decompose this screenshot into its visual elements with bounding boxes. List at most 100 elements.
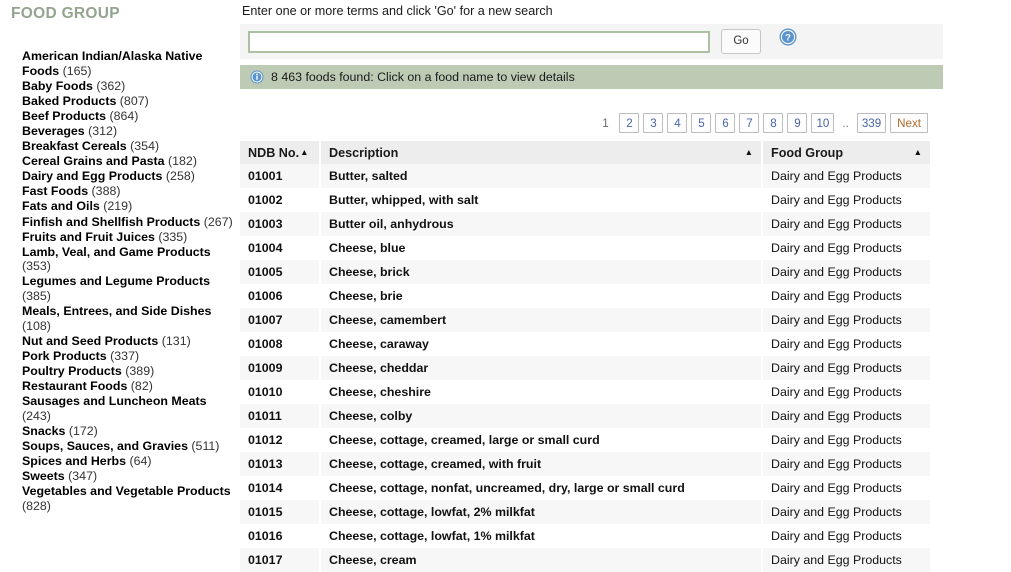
page-link-last[interactable]: 339 xyxy=(856,113,887,133)
cell-food-group: Dairy and Egg Products xyxy=(762,356,930,380)
food-group-item[interactable]: Fruits and Fruit Juices (335) xyxy=(22,230,234,245)
cell-food-group: Dairy and Egg Products xyxy=(762,308,930,332)
results-table-container: NDB No. ▲ Description ▲ Food Group ▲ 010… xyxy=(240,141,930,572)
food-group-item[interactable]: Cereal Grains and Pasta (182) xyxy=(22,154,234,169)
food-name-link[interactable]: Cheese, cheshire xyxy=(320,380,763,404)
food-group-sidebar: FOOD GROUP American Indian/Alaska Native… xyxy=(0,0,240,572)
page-link[interactable]: 10 xyxy=(811,113,835,133)
food-group-item[interactable]: Beverages (312) xyxy=(22,124,234,139)
table-row[interactable]: 01013 Cheese, cottage, creamed, with frui… xyxy=(240,452,930,476)
food-group-item-label: Snacks xyxy=(22,423,66,438)
food-group-item[interactable]: Dairy and Egg Products (258) xyxy=(22,169,234,184)
food-name-link[interactable]: Cheese, cottage, lowfat, 2% milkfat xyxy=(320,500,763,524)
food-group-item[interactable]: Meals, Entrees, and Side Dishes (108) xyxy=(22,304,234,333)
food-group-item[interactable]: Breakfast Cereals (354) xyxy=(22,139,234,154)
food-group-item[interactable]: Fast Foods (388) xyxy=(22,184,234,199)
food-name-link[interactable]: Butter oil, anhydrous xyxy=(320,212,763,236)
food-group-item[interactable]: Beef Products (864) xyxy=(22,109,234,124)
page-link[interactable]: 2 xyxy=(619,113,640,133)
cell-ndb-no: 01005 xyxy=(240,260,321,284)
cell-food-group: Dairy and Egg Products xyxy=(762,260,930,284)
food-group-item[interactable]: Nut and Seed Products (131) xyxy=(22,334,234,349)
food-group-item-label: Fats and Oils xyxy=(22,199,100,214)
table-row[interactable]: 01014 Cheese, cottage, nonfat, uncreamed,… xyxy=(240,476,930,500)
food-name-link[interactable]: Cheese, brick xyxy=(320,260,763,284)
table-row[interactable]: 01007 Cheese, camembert Dairy and Egg Prod… xyxy=(240,308,930,332)
table-row[interactable]: 01011 Cheese, colby Dairy and Egg Products xyxy=(240,404,930,428)
food-group-item[interactable]: Legumes and Legume Products (385) xyxy=(22,274,234,303)
food-name-link[interactable]: Cheese, camembert xyxy=(320,308,763,332)
food-group-item[interactable]: Baked Products (807) xyxy=(22,94,234,109)
page-link[interactable]: 8 xyxy=(763,113,784,133)
food-group-item[interactable]: Spices and Herbs (64) xyxy=(22,454,234,469)
page-link[interactable]: 7 xyxy=(739,113,760,133)
help-circle-icon[interactable]: ? xyxy=(779,28,797,46)
food-group-item[interactable]: Baby Foods (362) xyxy=(22,79,234,94)
table-row[interactable]: 01017 Cheese, cream Dairy and Egg Products xyxy=(240,548,930,572)
page-link[interactable]: 6 xyxy=(715,113,736,133)
food-group-item[interactable]: Restaurant Foods (82) xyxy=(22,379,234,394)
food-group-item[interactable]: Lamb, Veal, and Game Products (353) xyxy=(22,245,234,274)
food-name-link[interactable]: Cheese, brie xyxy=(320,284,763,308)
column-header-food-group[interactable]: Food Group ▲ xyxy=(762,141,930,164)
food-group-item-label: Breakfast Cereals xyxy=(22,139,127,154)
food-name-link[interactable]: Cheese, cottage, lowfat, 1% milkfat xyxy=(320,524,763,548)
page-link[interactable]: 4 xyxy=(667,113,688,133)
food-group-item[interactable]: American Indian/Alaska Native Foods (165… xyxy=(22,49,234,78)
next-page-button[interactable]: Next xyxy=(890,113,928,133)
table-row[interactable]: 01016 Cheese, cottage, lowfat, 1% milkfat… xyxy=(240,524,930,548)
page-link[interactable]: 9 xyxy=(787,113,808,133)
column-header-description[interactable]: Description ▲ xyxy=(320,141,763,164)
food-name-link[interactable]: Butter, whipped, with salt xyxy=(320,188,763,212)
food-group-item-count: (165) xyxy=(62,63,92,78)
table-row[interactable]: 01005 Cheese, brick Dairy and Egg Products xyxy=(240,260,930,284)
food-group-item[interactable]: Fats and Oils (219) xyxy=(22,199,234,214)
food-name-link[interactable]: Cheese, colby xyxy=(320,404,763,428)
food-group-item-label: Spices and Herbs xyxy=(22,454,126,469)
table-row[interactable]: 01006 Cheese, brie Dairy and Egg Products xyxy=(240,284,930,308)
search-input[interactable] xyxy=(248,30,710,53)
food-name-link[interactable]: Cheese, cottage, nonfat, uncreamed, dry,… xyxy=(320,476,763,500)
cell-ndb-no: 01016 xyxy=(240,524,321,548)
food-group-item[interactable]: Finfish and Shellfish Products (267) xyxy=(22,215,234,230)
cell-food-group: Dairy and Egg Products xyxy=(762,212,930,236)
table-row[interactable]: 01003 Butter oil, anhydrous Dairy and Egg … xyxy=(240,212,930,236)
food-group-item[interactable]: Poultry Products (389) xyxy=(22,364,234,379)
food-group-item-label: Fast Foods xyxy=(22,184,89,199)
results-table-head: NDB No. ▲ Description ▲ Food Group ▲ xyxy=(240,141,930,164)
food-group-item[interactable]: Sweets (347) xyxy=(22,469,234,484)
food-group-item[interactable]: Soups, Sauces, and Gravies (511) xyxy=(22,439,234,454)
table-row[interactable]: 01015 Cheese, cottage, lowfat, 2% milkfat… xyxy=(240,500,930,524)
food-group-item[interactable]: Pork Products (337) xyxy=(22,349,234,364)
food-group-item[interactable]: Sausages and Luncheon Meats (243) xyxy=(22,394,234,423)
food-name-link[interactable]: Butter, salted xyxy=(320,164,763,188)
food-group-item-count: (807) xyxy=(119,93,149,108)
page-link[interactable]: 3 xyxy=(643,113,664,133)
food-group-item[interactable]: Snacks (172) xyxy=(22,424,234,439)
food-name-link[interactable]: Cheese, caraway xyxy=(320,332,763,356)
page-link[interactable]: 5 xyxy=(691,113,712,133)
cell-food-group: Dairy and Egg Products xyxy=(762,236,930,260)
table-row[interactable]: 01008 Cheese, caraway Dairy and Egg Produc… xyxy=(240,332,930,356)
food-name-link[interactable]: Cheese, cottage, creamed, large or small… xyxy=(320,428,763,452)
table-row[interactable]: 01004 Cheese, blue Dairy and Egg Products xyxy=(240,236,930,260)
cell-food-group: Dairy and Egg Products xyxy=(762,476,930,500)
column-header-description-label: Description xyxy=(329,145,399,160)
table-row[interactable]: 01009 Cheese, cheddar Dairy and Egg Produc… xyxy=(240,356,930,380)
food-name-link[interactable]: Cheese, cottage, creamed, with fruit xyxy=(320,452,763,476)
table-row[interactable]: 01002 Butter, whipped, with salt Dairy and… xyxy=(240,188,930,212)
sort-ascending-icon: ▲ xyxy=(744,147,753,158)
go-button[interactable]: Go xyxy=(721,29,761,54)
food-group-item-count: (267) xyxy=(203,214,233,229)
table-row[interactable]: 01012 Cheese, cottage, creamed, large or … xyxy=(240,428,930,452)
food-group-item[interactable]: Vegetables and Vegetable Products (828) xyxy=(22,484,234,513)
food-group-item-count: (182) xyxy=(168,154,197,169)
cell-ndb-no: 01001 xyxy=(240,164,321,188)
table-row[interactable]: 01010 Cheese, cheshire Dairy and Egg Produ… xyxy=(240,380,930,404)
table-row[interactable]: 01001 Butter, salted Dairy and Egg Product… xyxy=(240,164,930,188)
column-header-ndb-no[interactable]: NDB No. ▲ xyxy=(240,141,321,164)
food-name-link[interactable]: Cheese, cream xyxy=(320,548,763,572)
food-name-link[interactable]: Cheese, cheddar xyxy=(320,356,763,380)
food-name-link[interactable]: Cheese, blue xyxy=(320,236,763,260)
food-group-item-label: Soups, Sauces, and Gravies xyxy=(22,438,188,453)
